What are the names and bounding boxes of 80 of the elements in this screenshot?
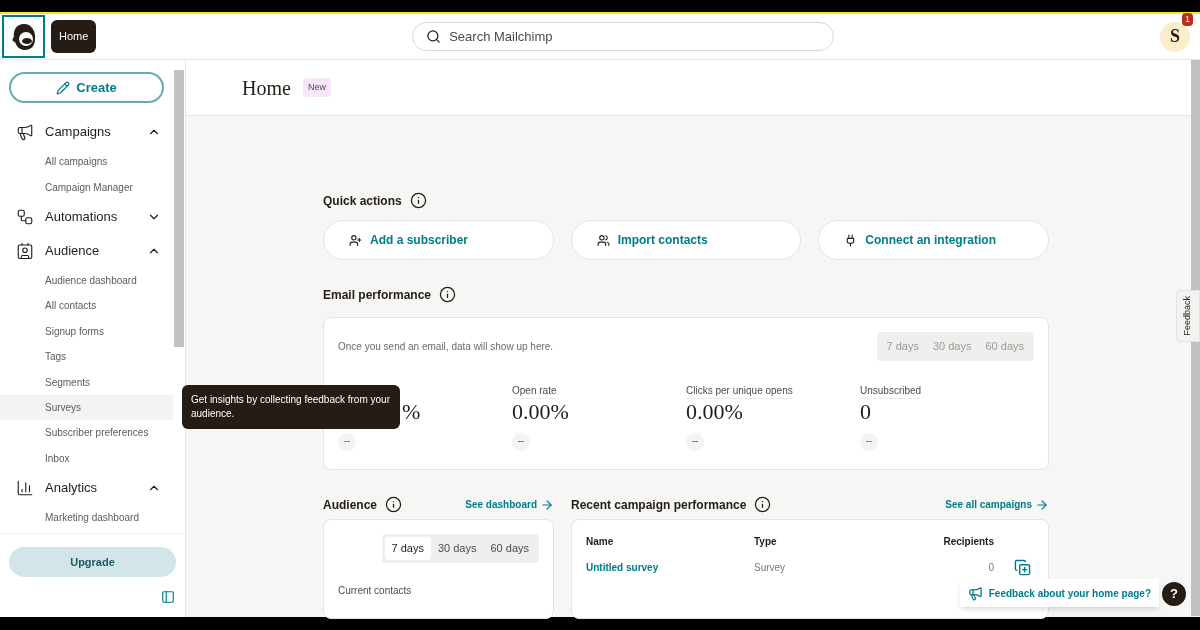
help-button[interactable]: ? bbox=[1162, 582, 1186, 606]
create-button[interactable]: Create bbox=[9, 72, 164, 103]
see-dashboard-link[interactable]: See dashboard bbox=[465, 497, 554, 512]
info-icon[interactable] bbox=[754, 496, 772, 513]
workflow-icon bbox=[16, 207, 34, 226]
search-field[interactable]: Search Mailchimp bbox=[412, 22, 835, 51]
pencil-icon bbox=[56, 80, 71, 95]
nav-label: Campaigns bbox=[45, 123, 112, 142]
empty-state-note: Once you send an email, data will show up here. bbox=[338, 339, 554, 354]
campaign-link[interactable]: Untitled survey bbox=[586, 560, 754, 575]
user-plus-icon bbox=[349, 233, 362, 247]
new-tag: New bbox=[302, 77, 331, 98]
bar-chart-icon bbox=[16, 478, 34, 497]
page-title: Home bbox=[242, 75, 291, 101]
duplicate-icon[interactable] bbox=[1014, 559, 1031, 576]
range-tab[interactable]: 30 days bbox=[430, 537, 484, 560]
scrollbar-thumb[interactable] bbox=[174, 70, 184, 347]
nav-item[interactable]: Marketing dashboard bbox=[0, 504, 173, 531]
feedback-tab[interactable]: Feedback bbox=[1176, 290, 1200, 342]
quick-action-button[interactable]: Connect an integration bbox=[818, 220, 1049, 260]
range-tab[interactable]: 7 days bbox=[384, 537, 431, 560]
tooltip: Get insights by collecting feedback from your audience. bbox=[182, 385, 400, 429]
nav-item[interactable]: Subscriber preferences bbox=[0, 420, 173, 446]
metric-label: Clicks per unique opens bbox=[686, 384, 793, 399]
column-header: Recipients bbox=[942, 535, 994, 549]
users-icon bbox=[596, 233, 610, 247]
info-icon[interactable] bbox=[409, 192, 427, 209]
nav-label: Automations bbox=[45, 208, 119, 227]
nav-item[interactable]: All contacts bbox=[0, 293, 173, 319]
quick-action-button[interactable]: Import contacts bbox=[570, 220, 802, 260]
search-icon bbox=[426, 29, 442, 44]
megaphone-icon bbox=[967, 585, 983, 601]
see-all-campaigns-link[interactable]: See all campaigns bbox=[945, 497, 1049, 512]
nav-item[interactable]: Surveys bbox=[0, 394, 173, 421]
metric-label: Open rate bbox=[512, 384, 557, 399]
feedback-prompt[interactable]: Feedback about your home page? bbox=[959, 579, 1159, 607]
nav-item[interactable]: Tags bbox=[0, 343, 173, 370]
section-heading: Quick actions bbox=[323, 192, 402, 210]
metric-value: 0 bbox=[860, 397, 871, 426]
change-pill: -- bbox=[686, 432, 704, 451]
column-header: Type bbox=[754, 535, 778, 549]
quick-action-button[interactable]: Add a subscriber bbox=[323, 220, 554, 260]
nav-group[interactable]: Audience bbox=[0, 233, 173, 268]
change-pill: -- bbox=[512, 432, 530, 451]
table-cell-text: Survey bbox=[754, 561, 787, 575]
section-heading: Audience bbox=[323, 496, 377, 514]
metric-value: 0.00% bbox=[686, 397, 743, 426]
nav-item[interactable]: Campaign Manager bbox=[0, 174, 173, 200]
current-contacts-label: Current contacts bbox=[338, 583, 413, 598]
scrollbar-thumb[interactable] bbox=[1191, 60, 1200, 616]
megaphone-icon bbox=[16, 123, 34, 141]
section-heading: Email performance bbox=[323, 286, 432, 304]
nav-item[interactable]: Signup forms bbox=[0, 318, 173, 344]
upgrade-button[interactable]: Upgrade bbox=[9, 547, 176, 577]
collapse-sidebar-icon[interactable] bbox=[161, 590, 175, 604]
arrow-right-icon bbox=[540, 497, 554, 512]
metric-value: 0.00% bbox=[512, 397, 569, 426]
contacts-icon bbox=[16, 241, 34, 260]
nav-group[interactable]: Analytics bbox=[0, 470, 173, 505]
avatar[interactable]: S bbox=[1160, 21, 1190, 52]
table-cell-text: 0 bbox=[987, 561, 994, 575]
metric-label: Unsubscribed bbox=[860, 384, 922, 399]
tooltip: Home bbox=[51, 20, 97, 53]
change-pill: -- bbox=[860, 432, 878, 451]
section-heading: Recent campaign performance bbox=[571, 496, 747, 514]
nav-item[interactable]: Inbox bbox=[0, 445, 173, 471]
nav-label: Analytics bbox=[45, 479, 99, 498]
logo-button[interactable] bbox=[2, 15, 45, 58]
nav-item[interactable]: Segments bbox=[0, 369, 173, 395]
nav-group[interactable]: Automations bbox=[0, 199, 173, 234]
nav-item[interactable]: Audience dashboard bbox=[0, 267, 173, 294]
info-icon[interactable] bbox=[385, 496, 402, 513]
nav-label: Audience bbox=[45, 242, 101, 261]
change-pill: -- bbox=[338, 432, 356, 451]
column-header: Name bbox=[586, 535, 615, 549]
nav-group[interactable]: Campaigns bbox=[0, 115, 173, 149]
range-tab[interactable]: 60 days bbox=[483, 537, 536, 560]
info-icon[interactable] bbox=[439, 286, 457, 303]
metric-value: % bbox=[402, 397, 421, 426]
nav-item[interactable]: All campaigns bbox=[0, 149, 173, 175]
